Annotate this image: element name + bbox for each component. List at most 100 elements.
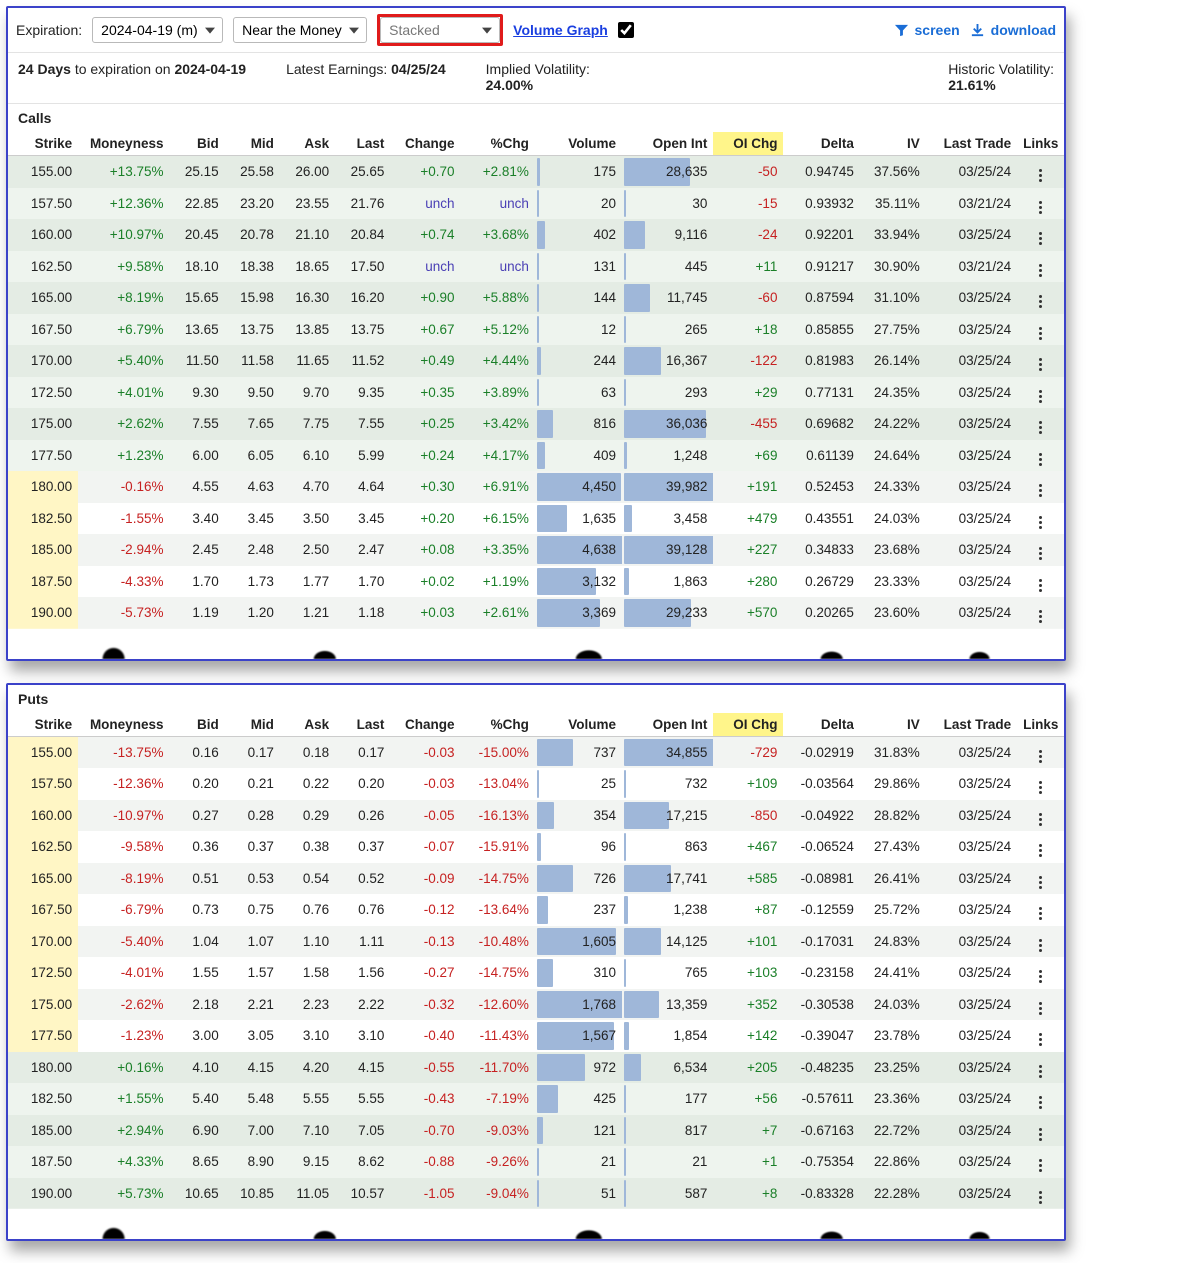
kebab-icon[interactable] — [1034, 483, 1048, 499]
col-strike[interactable]: Strike — [8, 713, 78, 737]
kebab-icon[interactable] — [1034, 325, 1048, 341]
col-open-int[interactable]: Open Int — [622, 713, 713, 737]
cell-pct-change: -7.19% — [461, 1083, 535, 1115]
kebab-icon[interactable] — [1034, 748, 1048, 764]
kebab-icon[interactable] — [1034, 609, 1048, 625]
kebab-icon[interactable] — [1034, 168, 1048, 184]
cell-delta: -0.48235 — [783, 1052, 859, 1084]
col-change[interactable]: Change — [390, 132, 460, 156]
kebab-icon[interactable] — [1034, 514, 1048, 530]
kebab-icon[interactable] — [1034, 199, 1048, 215]
kebab-icon[interactable] — [1034, 1032, 1048, 1048]
kebab-icon[interactable] — [1034, 1158, 1048, 1174]
cell-last: 3.45 — [335, 503, 390, 535]
col-change[interactable]: Change — [390, 713, 460, 737]
col-links[interactable]: Links — [1017, 132, 1064, 156]
cell-bid: 1.19 — [169, 597, 224, 629]
view-select[interactable]: Stacked — [380, 17, 500, 43]
kebab-icon[interactable] — [1034, 577, 1048, 593]
col-volume[interactable]: Volume — [535, 132, 622, 156]
col-mid[interactable]: Mid — [225, 132, 280, 156]
table-row: 177.50+1.23%6.006.056.105.99+0.24+4.17%4… — [8, 440, 1064, 472]
kebab-icon[interactable] — [1034, 1000, 1048, 1016]
col-links[interactable]: Links — [1017, 713, 1064, 737]
volume-graph-checkbox[interactable] — [618, 22, 634, 38]
col--chg[interactable]: %Chg — [461, 132, 535, 156]
cell-volume: 972 — [535, 1052, 622, 1084]
col-bid[interactable]: Bid — [169, 713, 224, 737]
col-iv[interactable]: IV — [860, 132, 926, 156]
cell-strike: 180.00 — [8, 471, 78, 503]
cell-pct-change: -15.00% — [461, 736, 535, 768]
cell-last: 5.99 — [335, 440, 390, 472]
col-iv[interactable]: IV — [860, 713, 926, 737]
col-ask[interactable]: Ask — [280, 132, 335, 156]
screen-button[interactable]: screen — [894, 22, 960, 38]
col-last[interactable]: Last — [335, 713, 390, 737]
col-moneyness[interactable]: Moneyness — [78, 713, 169, 737]
cell-ask: 0.18 — [280, 736, 335, 768]
volume-graph-link[interactable]: Volume Graph — [513, 22, 608, 38]
kebab-icon[interactable] — [1034, 1189, 1048, 1205]
kebab-icon[interactable] — [1034, 420, 1048, 436]
cell-delta: 0.81983 — [783, 345, 859, 377]
kebab-icon[interactable] — [1034, 969, 1048, 985]
kebab-icon[interactable] — [1034, 780, 1048, 796]
cell-iv: 23.68% — [860, 534, 926, 566]
cell-oi-chg: +7 — [713, 1115, 783, 1147]
cell-change: -0.32 — [390, 989, 460, 1021]
cell-delta: 0.20265 — [783, 597, 859, 629]
kebab-icon[interactable] — [1034, 906, 1048, 922]
cell-links — [1017, 440, 1064, 472]
col-last-trade[interactable]: Last Trade — [926, 132, 1017, 156]
col-moneyness[interactable]: Moneyness — [78, 132, 169, 156]
cell-last-trade: 03/25/24 — [926, 894, 1017, 926]
cell-change: unch — [390, 251, 460, 283]
col-mid[interactable]: Mid — [225, 713, 280, 737]
cell-last-trade: 03/25/24 — [926, 863, 1017, 895]
kebab-icon[interactable] — [1034, 357, 1048, 373]
cell-open-int: 11,745 — [622, 282, 713, 314]
kebab-icon[interactable] — [1034, 546, 1048, 562]
cell-last-trade: 03/25/24 — [926, 534, 1017, 566]
cell-iv: 24.03% — [860, 503, 926, 535]
kebab-icon[interactable] — [1034, 231, 1048, 247]
col-oi-chg[interactable]: OI Chg — [713, 713, 783, 737]
col-delta[interactable]: Delta — [783, 132, 859, 156]
moneyness-select[interactable]: Near the Money — [233, 17, 367, 43]
kebab-icon[interactable] — [1034, 1063, 1048, 1079]
cell-strike: 160.00 — [8, 219, 78, 251]
col-ask[interactable]: Ask — [280, 713, 335, 737]
cell-iv: 31.83% — [860, 736, 926, 768]
col-last-trade[interactable]: Last Trade — [926, 713, 1017, 737]
col-bid[interactable]: Bid — [169, 132, 224, 156]
kebab-icon[interactable] — [1034, 294, 1048, 310]
col-strike[interactable]: Strike — [8, 132, 78, 156]
col-volume[interactable]: Volume — [535, 713, 622, 737]
col-oi-chg[interactable]: OI Chg — [713, 132, 783, 156]
kebab-icon[interactable] — [1034, 1095, 1048, 1111]
cell-moneyness: +12.36% — [78, 188, 169, 220]
col-open-int[interactable]: Open Int — [622, 132, 713, 156]
cell-mid: 15.98 — [225, 282, 280, 314]
expiration-select[interactable]: 2024-04-19 (m) — [92, 17, 223, 43]
kebab-icon[interactable] — [1034, 874, 1048, 890]
kebab-icon[interactable] — [1034, 811, 1048, 827]
download-button[interactable]: download — [970, 22, 1056, 38]
cell-links — [1017, 408, 1064, 440]
kebab-icon[interactable] — [1034, 262, 1048, 278]
kebab-icon[interactable] — [1034, 937, 1048, 953]
col-delta[interactable]: Delta — [783, 713, 859, 737]
kebab-icon[interactable] — [1034, 451, 1048, 467]
cell-moneyness: +13.75% — [78, 156, 169, 188]
kebab-icon[interactable] — [1034, 388, 1048, 404]
cell-ask: 3.50 — [280, 503, 335, 535]
cell-ask: 4.20 — [280, 1052, 335, 1084]
kebab-icon[interactable] — [1034, 1126, 1048, 1142]
cell-last-trade: 03/25/24 — [926, 989, 1017, 1021]
kebab-icon[interactable] — [1034, 843, 1048, 859]
col--chg[interactable]: %Chg — [461, 713, 535, 737]
cell-open-int: 1,854 — [622, 1020, 713, 1052]
cell-delta: 0.91217 — [783, 251, 859, 283]
col-last[interactable]: Last — [335, 132, 390, 156]
